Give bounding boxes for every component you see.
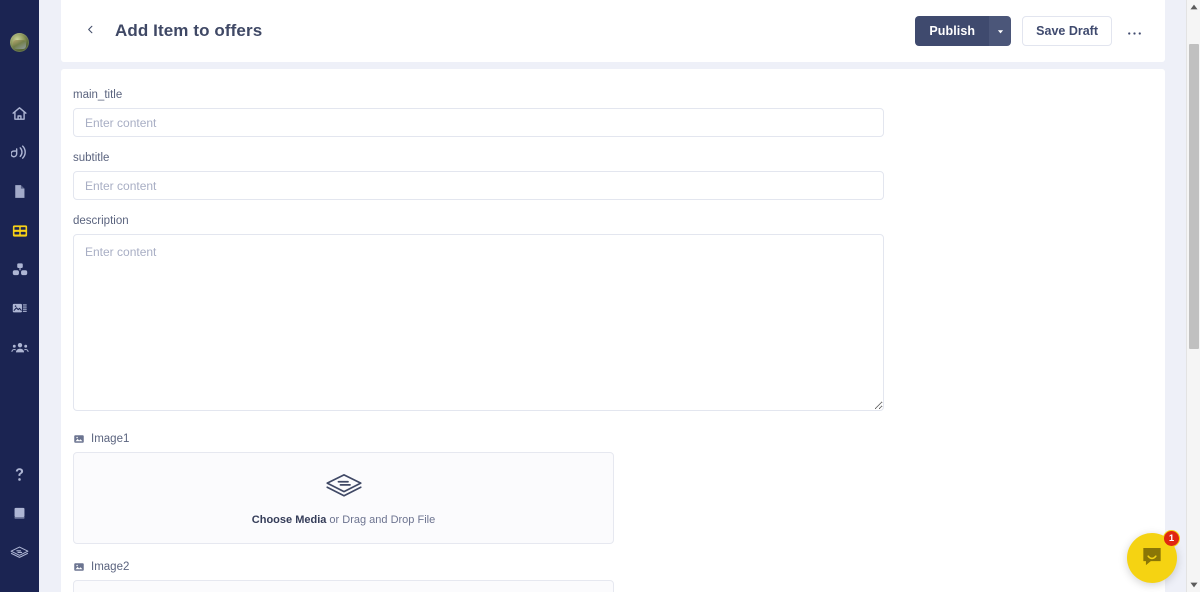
field-subtitle: subtitle bbox=[61, 152, 1165, 200]
blocks-icon bbox=[11, 261, 29, 279]
media-gallery-icon bbox=[11, 300, 28, 317]
broadcast-icon bbox=[11, 144, 28, 161]
page-header: Add Item to offers Publish Save Draft bbox=[61, 0, 1165, 62]
field-label-image2: Image2 bbox=[73, 561, 1165, 573]
scroll-down-arrow-icon[interactable] bbox=[1187, 578, 1200, 592]
document-icon bbox=[11, 183, 28, 200]
sidebar-item-docs[interactable] bbox=[0, 494, 39, 533]
field-label-image1: Image1 bbox=[73, 433, 1165, 445]
field-description: description bbox=[61, 215, 1165, 416]
grid-table-icon bbox=[11, 222, 29, 240]
scroll-thumb[interactable] bbox=[1189, 44, 1199, 349]
sidebar-item-activity[interactable] bbox=[0, 133, 39, 172]
sidebar-item-help[interactable] bbox=[0, 455, 39, 494]
field-label-description: description bbox=[73, 215, 129, 227]
subtitle-input[interactable] bbox=[73, 171, 884, 200]
users-icon bbox=[10, 339, 29, 357]
layers-stack-icon bbox=[325, 471, 363, 506]
main-title-input[interactable] bbox=[73, 108, 884, 137]
header-actions: Publish Save Draft bbox=[915, 16, 1147, 46]
publish-button[interactable]: Publish bbox=[915, 16, 990, 46]
chat-bubble-smile-icon bbox=[1139, 543, 1165, 574]
caret-down-icon bbox=[996, 24, 1005, 39]
sidebar-item-brand[interactable] bbox=[0, 533, 39, 572]
sidebar bbox=[0, 0, 39, 592]
field-image1: Image1 Choose Media or Drag and Drop Fil… bbox=[61, 433, 1165, 544]
image1-choose-media-label[interactable]: Choose Media bbox=[252, 514, 327, 526]
image-icon bbox=[73, 433, 85, 445]
layers-stack-icon bbox=[9, 542, 30, 563]
field-label-main-title: main_title bbox=[73, 89, 123, 101]
sidebar-item-home[interactable] bbox=[0, 94, 39, 133]
field-label-image2-text: Image2 bbox=[91, 561, 130, 573]
image1-dropzone-text: Choose Media or Drag and Drop File bbox=[252, 514, 435, 526]
field-image2: Image2 Choose Media or Drag and Drop Fil… bbox=[61, 561, 1165, 592]
sidebar-item-team[interactable] bbox=[0, 328, 39, 367]
field-label-subtitle: subtitle bbox=[73, 152, 110, 164]
sidebar-item-models[interactable] bbox=[0, 250, 39, 289]
save-draft-button[interactable]: Save Draft bbox=[1022, 16, 1112, 46]
page-title: Add Item to offers bbox=[115, 21, 263, 40]
scroll-up-arrow-icon[interactable] bbox=[1187, 0, 1200, 14]
back-button[interactable] bbox=[79, 20, 101, 42]
content-card: main_title subtitle description bbox=[61, 69, 1165, 592]
sidebar-item-media[interactable] bbox=[0, 289, 39, 328]
page-container: Add Item to offers Publish Save Draft ma… bbox=[39, 0, 1200, 592]
description-textarea[interactable] bbox=[73, 234, 884, 411]
ellipsis-icon bbox=[1127, 23, 1142, 40]
image2-dropzone[interactable]: Choose Media or Drag and Drop File bbox=[73, 580, 614, 592]
more-options-button[interactable] bbox=[1121, 18, 1147, 44]
sidebar-item-documents[interactable] bbox=[0, 172, 39, 211]
publish-button-group: Publish bbox=[915, 16, 1012, 46]
question-mark-icon bbox=[11, 466, 28, 483]
page-scrollbar[interactable] bbox=[1186, 0, 1200, 592]
field-main-title: main_title bbox=[61, 89, 1165, 137]
book-icon bbox=[11, 505, 28, 522]
publish-dropdown-button[interactable] bbox=[989, 16, 1012, 46]
image-icon bbox=[73, 561, 85, 573]
user-avatar[interactable] bbox=[10, 33, 29, 52]
image1-drag-drop-label: or Drag and Drop File bbox=[326, 513, 436, 526]
sidebar-item-content[interactable] bbox=[0, 211, 39, 250]
intercom-unread-badge: 1 bbox=[1163, 530, 1180, 547]
image1-dropzone[interactable]: Choose Media or Drag and Drop File bbox=[73, 452, 614, 544]
intercom-launcher-button[interactable]: 1 bbox=[1127, 530, 1180, 583]
chevron-left-icon bbox=[85, 22, 96, 40]
home-icon bbox=[11, 105, 28, 122]
field-label-image1-text: Image1 bbox=[91, 433, 130, 445]
